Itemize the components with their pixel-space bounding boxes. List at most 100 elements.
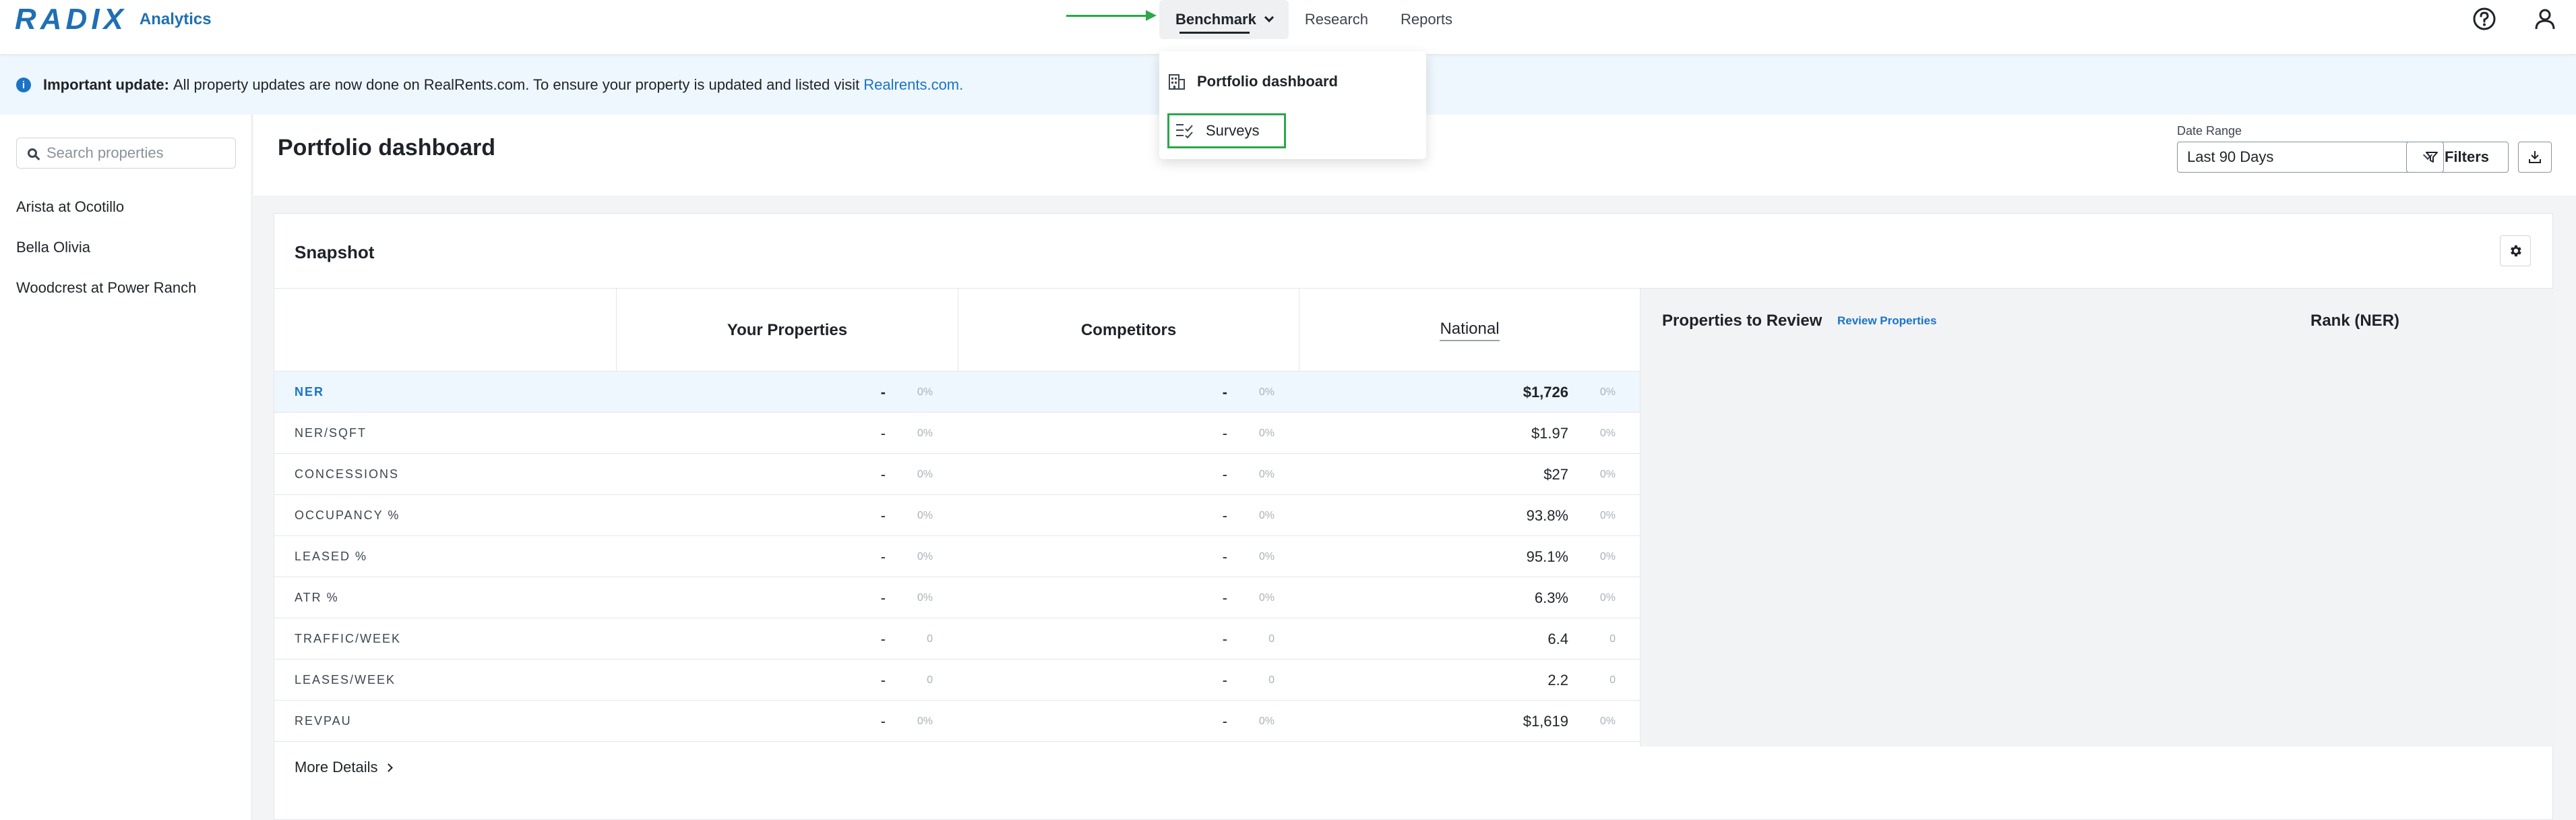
yours-pct: 0%	[917, 509, 933, 521]
property-item-woodcrest[interactable]: Woodcrest at Power Ranch	[16, 279, 196, 297]
national-pct: 0	[1609, 674, 1616, 686]
top-navigation: RADIX Analytics Benchmark Research Repor…	[0, 0, 2576, 54]
metric-label: TRAFFIC/WEEK	[295, 632, 401, 645]
review-properties-link[interactable]: Review Properties	[1837, 314, 1936, 328]
help-circle-icon[interactable]	[2472, 7, 2496, 31]
user-icon[interactable]	[2533, 7, 2557, 31]
metric-label: OCCUPANCY %	[295, 508, 400, 522]
annotation-arrow-head	[1146, 10, 1157, 21]
nav-research-label: Research	[1304, 11, 1368, 28]
table-row[interactable]: LEASES/WEEK - 0 - 0 2.2 0	[274, 660, 1640, 701]
snapshot-title: Snapshot	[295, 242, 375, 262]
settings-button[interactable]	[2500, 235, 2531, 266]
table-header: Your Properties Competitors National	[274, 288, 1640, 372]
national-pct: 0	[1609, 633, 1616, 645]
menu-item-portfolio-dashboard[interactable]: Portfolio dashboard	[1167, 65, 1338, 98]
table-row[interactable]: NER/SQFT - 0% - 0% $1.97 0%	[274, 413, 1640, 454]
national-value: 95.1%	[1526, 548, 1568, 565]
download-button[interactable]	[2518, 142, 2552, 173]
table-row[interactable]: ATR % - 0% - 0% 6.3% 0%	[274, 577, 1640, 618]
logo[interactable]: RADIX Analytics	[15, 3, 212, 36]
more-details-label: More Details	[295, 759, 378, 775]
comp-pct: 0	[1268, 633, 1275, 645]
table-row[interactable]: LEASED % - 0% - 0% 95.1% 0%	[274, 536, 1640, 577]
comp-value: -	[1222, 671, 1227, 689]
filters-button[interactable]: Filters	[2406, 142, 2509, 173]
table-row[interactable]: NER - 0% - 0% $1,726 0%	[274, 372, 1640, 413]
comp-value: -	[1222, 712, 1227, 730]
national-value: 93.8%	[1526, 506, 1568, 524]
property-item-arista[interactable]: Arista at Ocotillo	[16, 198, 124, 216]
comp-pct: 0%	[1258, 591, 1275, 604]
comp-value: -	[1222, 630, 1227, 647]
yours-value: -	[880, 383, 886, 401]
metric-label: ATR %	[295, 591, 339, 604]
yours-value: -	[880, 589, 886, 606]
national-value: 2.2	[1547, 671, 1568, 689]
annotation-arrow-line	[1066, 15, 1150, 17]
nav-reports-label: Reports	[1401, 11, 1453, 28]
yours-pct: 0%	[917, 550, 933, 562]
info-icon: i	[16, 78, 31, 92]
checklist-icon	[1176, 124, 1193, 139]
column-header-national[interactable]: National	[1299, 289, 1640, 372]
yours-value: -	[880, 712, 886, 730]
search-input[interactable]: Search properties	[16, 138, 236, 169]
page-title: Portfolio dashboard	[278, 135, 495, 160]
nav-research[interactable]: Research	[1289, 0, 1384, 39]
table-row[interactable]: CONCESSIONS - 0% - 0% $27 0%	[274, 454, 1640, 495]
filter-icon	[2425, 152, 2438, 163]
table-row[interactable]: OCCUPANCY % - 0% - 0% 93.8% 0%	[274, 495, 1640, 536]
banner-bold: Important update:	[43, 76, 169, 93]
more-details-link[interactable]: More Details	[295, 759, 394, 776]
metric-label: LEASED %	[295, 550, 368, 563]
snapshot-card: Snapshot Your Properties Competitors Nat…	[274, 213, 2554, 820]
rank-ner-title: Rank (NER)	[2310, 312, 2400, 330]
national-pct: 0%	[1599, 427, 1616, 439]
metric-label: LEASES/WEEK	[295, 673, 396, 686]
national-value: 6.3%	[1534, 589, 1568, 606]
comp-pct: 0	[1268, 674, 1275, 686]
property-item-bella-olivia[interactable]: Bella Olivia	[16, 239, 90, 256]
building-icon	[1169, 74, 1185, 90]
comp-pct: 0%	[1258, 427, 1275, 439]
national-value: $1,619	[1523, 712, 1568, 730]
yours-pct: 0	[927, 633, 933, 645]
yours-pct: 0	[927, 674, 933, 686]
national-pct: 0%	[1599, 591, 1616, 604]
yours-value: -	[880, 465, 886, 483]
nav-benchmark[interactable]: Benchmark	[1159, 0, 1289, 39]
national-value: $1.97	[1531, 424, 1568, 442]
banner-link[interactable]: Realrents.com.	[863, 76, 963, 94]
property-sidebar: Search properties Arista at Ocotillo Bel…	[0, 115, 252, 820]
chevron-down-icon	[1264, 12, 1274, 23]
nav-benchmark-label: Benchmark	[1175, 11, 1256, 28]
date-range-select[interactable]: Last 90 Days	[2177, 142, 2444, 173]
national-pct: 0%	[1599, 468, 1616, 480]
table-row[interactable]: REVPAU - 0% - 0% $1,619 0%	[274, 701, 1640, 742]
banner-text: All property updates are now done on Rea…	[173, 76, 860, 93]
menu-item-label: Surveys	[1206, 122, 1260, 139]
yours-pct: 0%	[917, 468, 933, 480]
comp-value: -	[1222, 465, 1227, 483]
product-name: Analytics	[139, 10, 212, 28]
comp-value: -	[1222, 383, 1227, 401]
comp-pct: 0%	[1258, 715, 1275, 727]
menu-item-surveys[interactable]: Surveys	[1167, 113, 1286, 148]
yours-pct: 0%	[917, 591, 933, 604]
gear-icon	[2511, 245, 2521, 257]
benchmark-dropdown-menu: Portfolio dashboard Surveys	[1159, 51, 1426, 159]
national-pct: 0%	[1599, 509, 1616, 521]
national-pct: 0%	[1599, 550, 1616, 562]
yours-value: -	[880, 630, 886, 647]
column-header-your-properties: Your Properties	[616, 289, 958, 372]
table-row[interactable]: TRAFFIC/WEEK - 0 - 0 6.4 0	[274, 618, 1640, 660]
comp-value: -	[1222, 506, 1227, 524]
comp-pct: 0%	[1258, 550, 1275, 562]
chevron-right-icon	[384, 763, 394, 772]
national-pct: 0%	[1599, 715, 1616, 727]
yours-value: -	[880, 548, 886, 565]
nav-reports[interactable]: Reports	[1384, 0, 1469, 39]
yours-pct: 0%	[917, 715, 933, 727]
search-icon	[28, 148, 37, 158]
